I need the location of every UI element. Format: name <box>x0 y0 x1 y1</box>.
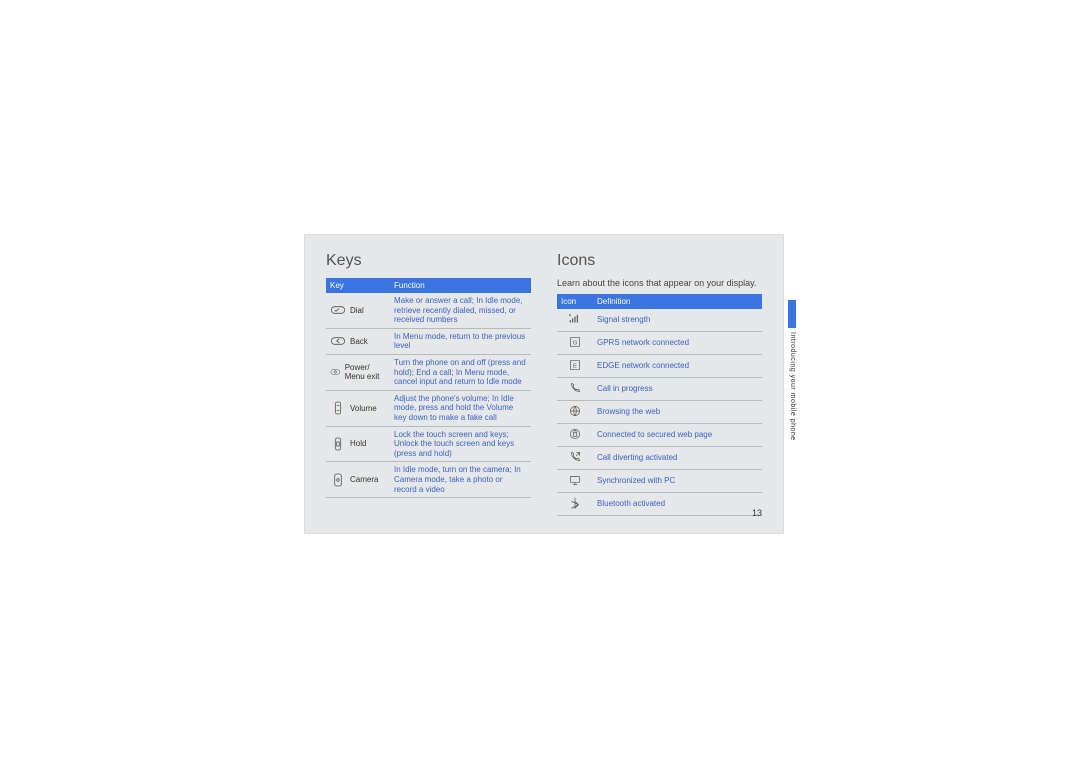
icon-definition: GPRS network connected <box>593 332 762 355</box>
key-function: Lock the touch screen and keys; Unlock t… <box>390 426 531 462</box>
secure-web-icon <box>568 427 582 441</box>
key-cell: Back <box>326 328 390 354</box>
icons-row: Connected to secured web page <box>557 424 762 447</box>
key-cell: Power/ Menu exit <box>326 354 390 390</box>
edge-icon <box>568 358 582 372</box>
keys-row: Dial Make or answer a call; In Idle mode,… <box>326 293 531 328</box>
icon-cell <box>557 424 593 447</box>
keys-col-func: Function <box>390 278 531 293</box>
icon-definition: Connected to secured web page <box>593 424 762 447</box>
call-icon <box>568 381 582 395</box>
icons-intro: Learn about the icons that appear on you… <box>557 278 762 288</box>
icons-row: Synchronized with PC <box>557 470 762 493</box>
keys-table: Key Function Dial Make or answer a call; … <box>326 278 531 498</box>
keys-heading: Keys <box>326 252 531 270</box>
keys-row: Hold Lock the touch screen and keys; Unlo… <box>326 426 531 462</box>
keys-row: Power/ Menu exitTurn the phone on and of… <box>326 354 531 390</box>
divert-icon <box>568 450 582 464</box>
sync-pc-icon <box>568 473 582 487</box>
key-function: Make or answer a call; In Idle mode, ret… <box>390 293 531 328</box>
icons-column: Icons Learn about the icons that appear … <box>557 252 762 518</box>
icon-cell <box>557 493 593 516</box>
key-name: Back <box>350 337 368 346</box>
key-cell: Dial <box>326 293 390 328</box>
icon-cell <box>557 401 593 424</box>
signal-icon <box>568 312 582 326</box>
icons-row: Signal strength <box>557 309 762 332</box>
gprs-icon <box>568 335 582 349</box>
dial-key-icon <box>330 302 346 318</box>
bluetooth-icon <box>568 496 582 510</box>
icon-cell <box>557 378 593 401</box>
keys-col-key: Key <box>326 278 390 293</box>
section-tab <box>788 300 796 328</box>
key-function: Turn the phone on and off (press and hol… <box>390 354 531 390</box>
keys-row: Volume Adjust the phone's volume; In Idle… <box>326 390 531 426</box>
key-cell: Camera <box>326 462 390 498</box>
icon-definition: Signal strength <box>593 309 762 332</box>
icons-heading: Icons <box>557 252 762 270</box>
volume-key-icon <box>330 400 346 416</box>
icon-cell <box>557 470 593 493</box>
icons-row: Call in progress <box>557 378 762 401</box>
icons-row: Bluetooth activated <box>557 493 762 516</box>
icon-definition: Call diverting activated <box>593 447 762 470</box>
icon-definition: Browsing the web <box>593 401 762 424</box>
page-number: 13 <box>752 508 762 518</box>
hold-key-icon <box>330 436 346 452</box>
icon-cell <box>557 447 593 470</box>
key-name: Camera <box>350 475 378 484</box>
key-name: Hold <box>350 439 366 448</box>
icons-table: Icon Definition Signal strengthGPRS netw… <box>557 294 762 516</box>
manual-page: Keys Key Function Dial Make or answer a c… <box>304 234 784 534</box>
browsing-icon <box>568 404 582 418</box>
section-side-label: Introducing your mobile phone <box>789 332 796 441</box>
icon-cell <box>557 332 593 355</box>
key-cell: Volume <box>326 390 390 426</box>
icons-col-def: Definition <box>593 294 762 309</box>
icon-definition: Synchronized with PC <box>593 470 762 493</box>
key-function: In Menu mode, return to the previous lev… <box>390 328 531 354</box>
key-function: In Idle mode, turn on the camera; In Cam… <box>390 462 531 498</box>
key-name: Volume <box>350 404 377 413</box>
key-function: Adjust the phone's volume; In Idle mode,… <box>390 390 531 426</box>
icons-row: EDGE network connected <box>557 355 762 378</box>
icons-row: GPRS network connected <box>557 332 762 355</box>
icon-definition: EDGE network connected <box>593 355 762 378</box>
icon-definition: Call in progress <box>593 378 762 401</box>
keys-row: Back In Menu mode, return to the previous… <box>326 328 531 354</box>
icon-cell <box>557 355 593 378</box>
icons-col-icon: Icon <box>557 294 593 309</box>
icon-definition: Bluetooth activated <box>593 493 762 516</box>
key-cell: Hold <box>326 426 390 462</box>
key-name: Power/ Menu exit <box>345 363 386 381</box>
icons-row: Browsing the web <box>557 401 762 424</box>
key-name: Dial <box>350 306 364 315</box>
camera-key-icon <box>330 472 346 488</box>
back-key-icon <box>330 333 346 349</box>
keys-column: Keys Key Function Dial Make or answer a c… <box>326 252 531 518</box>
icons-row: Call diverting activated <box>557 447 762 470</box>
keys-row: Camera In Idle mode, turn on the camera; … <box>326 462 531 498</box>
icon-cell <box>557 309 593 332</box>
power-key-icon <box>330 364 341 380</box>
